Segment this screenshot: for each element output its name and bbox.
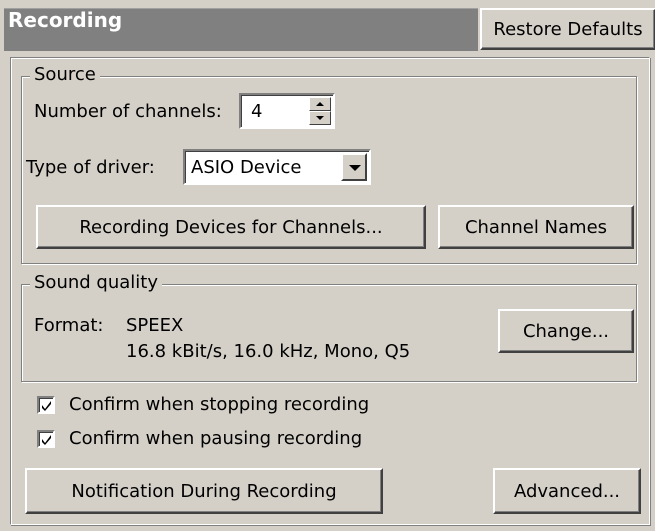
confirm-pause-checkbox[interactable]: [37, 430, 55, 448]
section-header: Recording Restore Defaults: [0, 0, 655, 51]
recording-devices-button[interactable]: Recording Devices for Channels...: [36, 205, 426, 249]
sound-quality-legend: Sound quality: [30, 272, 162, 293]
sound-quality-group: Sound quality Format: SPEEX 16.8 kBit/s,…: [21, 272, 637, 382]
driver-dropdown-button[interactable]: [341, 153, 367, 181]
chevron-up-icon: [316, 102, 324, 106]
driver-select[interactable]: ASIO Device: [183, 149, 371, 185]
channels-value: 4: [251, 101, 263, 122]
confirm-stop-label[interactable]: Confirm when stopping recording: [69, 394, 369, 415]
channels-down-button[interactable]: [309, 111, 331, 125]
format-label: Format:: [34, 315, 104, 336]
confirm-stop-checkbox[interactable]: [37, 396, 55, 414]
advanced-button[interactable]: Advanced...: [493, 468, 641, 514]
channels-label: Number of channels:: [34, 101, 222, 122]
source-group: Source Number of channels: 4 Type of dri…: [21, 64, 637, 264]
channel-names-button[interactable]: Channel Names: [438, 205, 634, 249]
confirm-pause-label[interactable]: Confirm when pausing recording: [69, 428, 362, 449]
chevron-down-icon: [349, 165, 361, 171]
change-format-button[interactable]: Change...: [498, 309, 634, 353]
recording-panel: Source Number of channels: 4 Type of dri…: [10, 57, 650, 525]
format-details: 16.8 kBit/s, 16.0 kHz, Mono, Q5: [126, 341, 411, 362]
channels-stepper[interactable]: 4: [239, 93, 335, 129]
channels-up-button[interactable]: [309, 97, 331, 111]
chevron-down-icon: [316, 116, 324, 120]
driver-value: ASIO Device: [191, 157, 302, 178]
notification-button[interactable]: Notification During Recording: [25, 468, 383, 514]
checkmark-icon: [42, 435, 51, 445]
source-legend: Source: [30, 64, 100, 85]
restore-defaults-button[interactable]: Restore Defaults: [480, 8, 655, 50]
format-codec: SPEEX: [126, 315, 184, 336]
checkmark-icon: [42, 401, 51, 411]
section-title: Recording: [8, 8, 123, 32]
driver-label: Type of driver:: [26, 157, 155, 178]
